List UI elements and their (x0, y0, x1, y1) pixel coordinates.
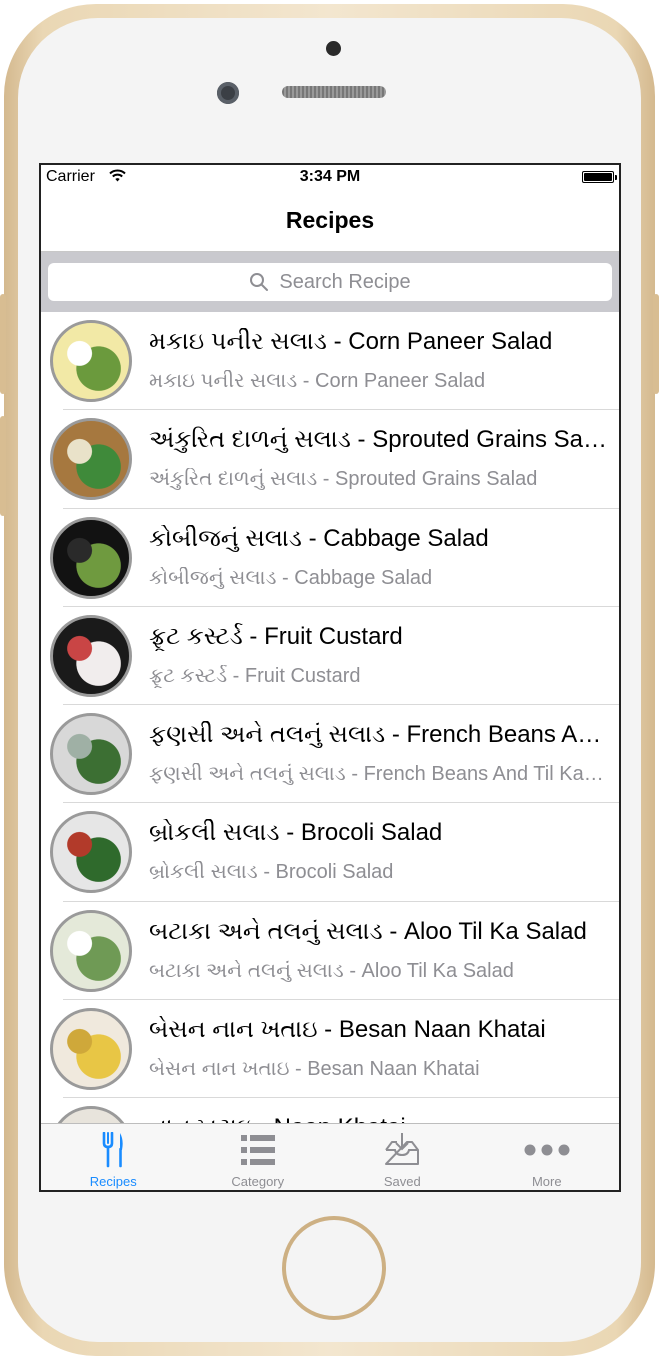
recipe-subtitle: મકાઇ પનીર સલાડ - Corn Paneer Salad (149, 370, 486, 392)
recipe-title: કોબીજનું સલાડ - Cabbage Salad (149, 524, 489, 552)
recipe-thumbnail (50, 320, 132, 402)
recipe-subtitle: બેસન નાન ખતાઇ - Besan Naan Khatai (149, 1058, 480, 1081)
recipe-thumbnail (50, 516, 132, 599)
recipe-list[interactable]: મકાઇ પનીર સલાડ - Corn Paneer Salad મકાઇ પ… (41, 312, 619, 1126)
recipe-subtitle: કોબીજનું સલાડ - Cabbage Salad (149, 566, 433, 589)
inbox-download-icon (385, 1133, 420, 1165)
home-button[interactable] (282, 1216, 386, 1320)
tab-label-saved: Saved (383, 1174, 421, 1189)
tab-label-category: Category (231, 1174, 285, 1189)
recipe-row[interactable]: નાન ખટાઇ - Naan Khataiનાન ખટાઇ - Naan Kh… (41, 1098, 619, 1126)
recipe-title: મકાઇ પનીર સલાડ - Corn Paneer Salad (149, 328, 553, 355)
recipe-subtitle: બટાકા અને તલનું સલાડ - Aloo Til Ka Salad (149, 959, 514, 982)
clock: 3:34 PM (299, 168, 361, 185)
tab-recipes[interactable]: Recipes (41, 1124, 186, 1190)
earpiece-speaker (282, 86, 386, 98)
tab-more[interactable]: More (475, 1124, 620, 1190)
tab-category[interactable]: Category (186, 1124, 331, 1190)
app-screen: Carrier 3:34 PM Recipes Search Recipe મક… (39, 163, 621, 1192)
recipe-thumbnail (50, 811, 132, 894)
recipe-thumbnail (50, 418, 132, 501)
battery-icon (582, 171, 617, 183)
sensor-dot (326, 41, 341, 56)
recipe-row[interactable]: બેસન નાન ખતાઇ - Besan Naan Khatai બેસન ના… (41, 1000, 619, 1099)
recipe-row[interactable]: બટાકા અને તલનું સલાડ - Aloo Til Ka Salad… (41, 902, 619, 1001)
recipe-subtitle: ફણસી અને તલનું સલાડ - French Beans And T… (149, 763, 607, 786)
recipe-title: ફ્રૂટ કસ્ટર્ડ - Fruit Custard (149, 622, 403, 650)
power-button (653, 294, 659, 394)
front-camera (217, 82, 239, 104)
recipe-subtitle: બ્રોકલી સલાડ - Brocoli Salad (149, 861, 394, 884)
recipe-thumbnail (50, 1008, 132, 1091)
recipe-subtitle: અંકુરિત દાળનું સલાડ - Sprouted Grains Sa… (149, 468, 538, 491)
search-input[interactable]: Search Recipe (48, 263, 612, 301)
more-dots-icon (524, 1144, 570, 1156)
recipe-title: બેસન નાન ખતાઇ - Besan Naan Khatai (149, 1016, 546, 1044)
page-title: Recipes (285, 207, 375, 233)
recipe-thumbnail (50, 614, 132, 697)
recipe-thumbnail (50, 909, 132, 992)
recipe-row[interactable]: ફણસી અને તલનું સલાડ - French Beans And T… (41, 705, 619, 804)
search-bar: Search Recipe (41, 252, 619, 312)
tab-label-more: More (531, 1174, 562, 1189)
volume-down-button (0, 416, 6, 516)
status-bar: Carrier 3:34 PM (41, 165, 619, 189)
tab-label-recipes: Recipes (89, 1174, 137, 1189)
recipe-title: ફણસી અને તલનું સલાડ - French Beans And T… (149, 721, 607, 749)
recipe-thumbnail (50, 713, 132, 796)
recipe-row[interactable]: મકાઇ પનીર સલાડ - Corn Paneer Salad મકાઇ પ… (41, 312, 619, 411)
recipe-subtitle: ફ્રૂટ કસ્ટર્ડ - Fruit Custard (149, 664, 361, 687)
recipe-row[interactable]: અંકુરિત દાળનું સલાડ - Sprouted Grains Sa… (41, 410, 619, 509)
fork-knife-icon (102, 1132, 123, 1168)
recipe-title: અંકુરિત દાળનું સલાડ - Sprouted Grains Sa… (149, 426, 607, 454)
recipe-row[interactable]: કોબીજનું સલાડ - Cabbage Salad કોબીજનું સલ… (41, 509, 619, 608)
recipe-title: બટાકા અને તલનું સલાડ - Aloo Til Ka Salad (149, 917, 587, 945)
list-icon (240, 1135, 275, 1165)
navigation-bar: Recipes (41, 189, 619, 252)
search-icon (250, 273, 269, 291)
recipe-row[interactable]: બ્રોકલી સલાડ - Brocoli Salad બ્રોકલી સલાડ… (41, 803, 619, 903)
search-placeholder: Search Recipe (279, 270, 411, 293)
recipe-title: બ્રોકલી સલાડ - Brocoli Salad (149, 819, 443, 847)
recipe-row[interactable]: ફ્રૂટ કસ્ટર્ડ - Fruit Custard ફ્રૂટ કસ્ટર… (41, 607, 619, 706)
volume-up-button (0, 294, 6, 394)
tab-bar: Recipes Category Saved More (41, 1123, 619, 1190)
tab-saved[interactable]: Saved (330, 1124, 475, 1190)
